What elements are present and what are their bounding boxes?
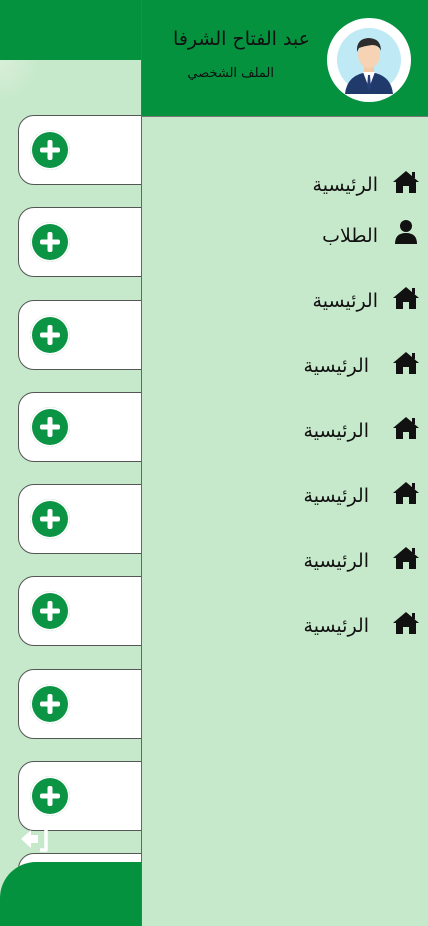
menu-item-label: الرئيسية xyxy=(312,174,378,196)
user-avatar-icon xyxy=(337,28,401,94)
list-card xyxy=(18,484,158,554)
menu-item-home[interactable]: الرئيسية xyxy=(142,347,428,387)
menu-item-label: الرئيسية xyxy=(303,615,369,637)
menu-item-label: الرئيسية xyxy=(312,290,378,312)
menu-item-label: الرئيسية xyxy=(303,355,369,377)
home-icon xyxy=(393,171,419,193)
menu-item-label: الرئيسية xyxy=(303,420,369,442)
home-icon xyxy=(393,547,419,569)
menu-item-home[interactable]: الرئيسية xyxy=(142,166,428,206)
user-name: عبد الفتاح الشرفا xyxy=(173,28,310,50)
home-icon xyxy=(393,612,419,634)
menu-item-label: الطلاب xyxy=(322,225,378,247)
menu-item-home[interactable]: الرئيسية xyxy=(142,282,428,322)
home-icon xyxy=(393,417,419,439)
home-icon xyxy=(393,482,419,504)
menu-item-home[interactable]: الرئيسية xyxy=(142,477,428,517)
menu-item-home[interactable]: الرئيسية xyxy=(142,542,428,582)
plus-circle-icon[interactable] xyxy=(30,591,70,631)
menu-item-home[interactable]: الرئيسية xyxy=(142,607,428,647)
list-card xyxy=(18,300,158,370)
profile-link[interactable]: الملف الشخصي xyxy=(187,66,274,81)
menu-item-students[interactable]: الطلاب xyxy=(142,216,428,256)
list-card xyxy=(18,115,158,185)
navigation-drawer: عبد الفتاح الشرفا الملف الشخصي الرئيسية … xyxy=(141,0,428,926)
drawer-header: عبد الفتاح الشرفا الملف الشخصي xyxy=(142,0,428,117)
menu-item-label: الرئيسية xyxy=(303,485,369,507)
list-card xyxy=(18,207,158,277)
plus-circle-icon[interactable] xyxy=(30,776,70,816)
plus-circle-icon[interactable] xyxy=(30,222,70,262)
logout-icon[interactable] xyxy=(19,826,49,852)
bottom-bar xyxy=(0,862,160,926)
plus-circle-icon[interactable] xyxy=(30,684,70,724)
list-card xyxy=(18,761,158,831)
list-card xyxy=(18,392,158,462)
plus-circle-icon[interactable] xyxy=(30,499,70,539)
plus-circle-icon[interactable] xyxy=(30,130,70,170)
menu-item-home[interactable]: الرئيسية xyxy=(142,412,428,452)
plus-circle-icon[interactable] xyxy=(30,315,70,355)
menu-item-label: الرئيسية xyxy=(303,550,369,572)
user-icon xyxy=(395,220,417,244)
avatar[interactable] xyxy=(327,18,411,102)
home-icon xyxy=(393,352,419,374)
home-icon xyxy=(393,287,419,309)
list-card xyxy=(18,669,158,739)
list-card xyxy=(18,576,158,646)
plus-circle-icon[interactable] xyxy=(30,407,70,447)
